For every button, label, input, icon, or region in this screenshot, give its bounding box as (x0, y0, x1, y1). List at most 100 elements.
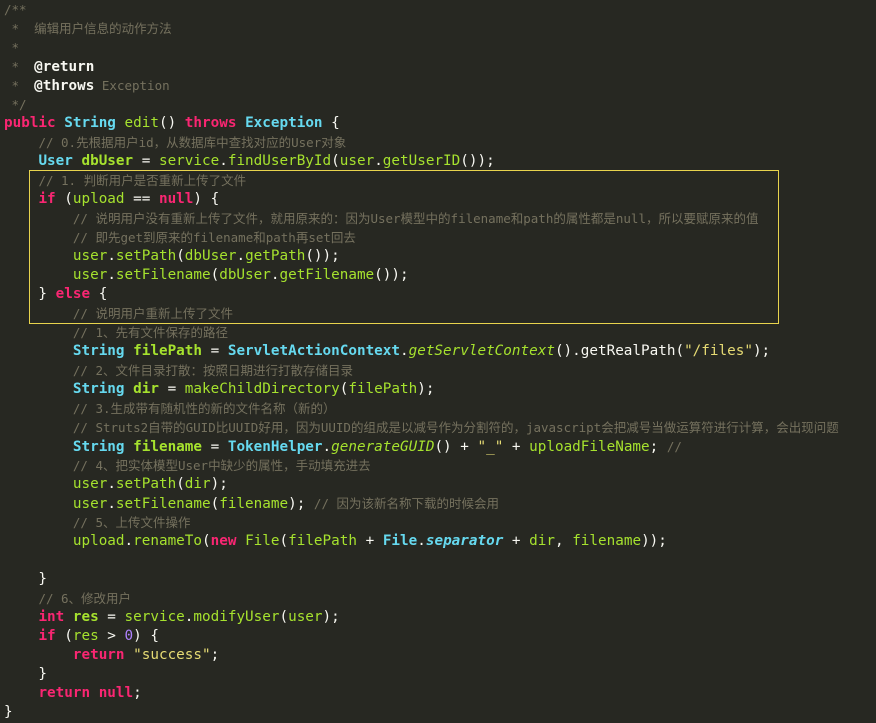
code-token: // (666, 439, 682, 454)
code-line: String filePath = ServletActionContext.g… (0, 342, 876, 361)
code-token: ( (331, 153, 340, 169)
code-token: () + (434, 439, 478, 455)
code-line: * (0, 38, 876, 57)
code-line: // 0.先根据用户id，从数据库中查找对应的User对象 (0, 133, 876, 152)
code-token: service (124, 609, 185, 625)
code-token: // 0.先根据用户id，从数据库中查找对应的User对象 (38, 135, 347, 150)
code-token: upload (72, 191, 125, 207)
code-line: upload.renameTo(new File(filePath + File… (0, 532, 876, 551)
code-token: // 说明用户没有重新上传了文件，就用原来的：因为User模型中的filenam… (72, 211, 759, 226)
code-token: // 6、修改用户 (38, 591, 132, 606)
code-token: + (356, 533, 383, 549)
code-token: ( (210, 267, 220, 283)
code-token: setPath (115, 248, 177, 264)
code-line: // 2、文件目录打散：按照日期进行打散存储目录 (0, 361, 876, 380)
code-line: } (0, 703, 876, 722)
code-token: * (4, 78, 35, 93)
code-line: * 编辑用户信息的动作方法 (0, 19, 876, 38)
code-token: getFilename (279, 267, 375, 283)
code-line: // 1. 判断用户是否重新上传了文件 (0, 171, 876, 190)
code-token: dir (133, 381, 159, 397)
code-token: makeChildDirectory (184, 381, 340, 397)
code-token: = (133, 153, 159, 169)
code-token: getUserID (382, 153, 461, 169)
code-token: getPath (245, 248, 306, 264)
code-line: */ (0, 95, 876, 114)
code-token: // 1、先有文件保存的路径 (72, 325, 228, 340)
code-token: ); (288, 496, 314, 512)
code-token: generateGUID (331, 439, 435, 455)
code-line: } (0, 570, 876, 589)
code-line: if (res > 0) { (0, 627, 876, 646)
code-token: int (38, 609, 65, 625)
code-token: ( (279, 533, 289, 549)
code-token: uploadFileName (529, 439, 650, 455)
code-token: ); (322, 609, 340, 625)
code-token: File (382, 533, 418, 549)
code-token: dbUser (219, 267, 271, 283)
code-token: ; (649, 439, 667, 455)
code-token: * (4, 40, 20, 55)
code-token: filePath (288, 533, 357, 549)
code-token: . (400, 343, 409, 359)
code-token: renameTo (133, 533, 203, 549)
code-token: ( (279, 609, 289, 625)
code-token: @throws (34, 78, 95, 94)
code-token: if (38, 191, 56, 207)
code-token: * 编辑用户信息的动作方法 (4, 21, 172, 36)
code-token: filePath (133, 343, 203, 359)
code-token: . (107, 476, 116, 492)
code-token: } (4, 666, 48, 682)
code-line: user.setPath(dbUser.getPath()); (0, 247, 876, 266)
code-line: return null; (0, 684, 876, 703)
code-token: ) { (193, 191, 220, 207)
code-token: } (4, 571, 48, 587)
code-line: // 3.生成带有随机性的新的文件名称（新的） (0, 399, 876, 418)
code-token: 0 (124, 628, 134, 644)
code-token: . (219, 153, 228, 169)
code-lines: /** * 编辑用户信息的动作方法 * * @return * @throws … (0, 0, 876, 722)
code-token: edit (124, 115, 159, 131)
code-token: findUserById (227, 153, 332, 169)
code-editor[interactable]: /** * 编辑用户信息的动作方法 * * @return * @throws … (0, 0, 876, 723)
code-token: File (245, 533, 280, 549)
code-token: . (107, 496, 116, 512)
code-token: filename (572, 533, 642, 549)
code-token: ); (417, 381, 435, 397)
code-token: == (124, 191, 159, 207)
code-token: filename (219, 496, 289, 512)
code-line: if (upload == null) { (0, 190, 876, 209)
code-token: )); (641, 533, 667, 549)
code-token: setPath (115, 476, 177, 492)
code-token: . (124, 533, 134, 549)
code-token: res (72, 628, 99, 644)
code-token: return (72, 647, 125, 663)
code-token: . (374, 153, 383, 169)
code-token: null (158, 191, 194, 207)
code-token: else (55, 286, 91, 302)
code-token: // 3.生成带有随机性的新的文件名称（新的） (72, 401, 336, 416)
code-token: } (4, 286, 56, 302)
code-token: return (38, 685, 91, 701)
code-token: { (90, 286, 108, 302)
code-line: // 5、上传文件操作 (0, 513, 876, 532)
code-token: . (107, 248, 116, 264)
code-token: // 因为该新名称下载的时候会用 (313, 496, 499, 511)
code-token: dbUser (184, 248, 237, 264)
code-token: . (322, 439, 332, 455)
